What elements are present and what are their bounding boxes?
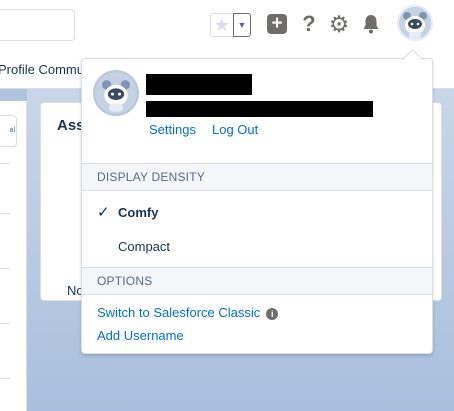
left-panel-button[interactable]: al xyxy=(0,115,17,147)
log-out-link[interactable]: Log Out xyxy=(212,122,258,137)
left-list-panel: al xyxy=(0,101,27,411)
switch-to-classic-link[interactable]: Switch to Salesforce Classic xyxy=(97,305,260,320)
density-option-compact[interactable]: Compact xyxy=(82,233,432,261)
search-input[interactable] xyxy=(0,9,75,41)
user-name-redacted xyxy=(146,74,252,95)
favorites-menu-chevron-icon[interactable]: ▼ xyxy=(233,13,251,37)
list-divider xyxy=(0,213,10,214)
astro-avatar-icon xyxy=(399,7,431,39)
display-density-label: DISPLAY DENSITY xyxy=(97,170,205,184)
list-divider xyxy=(0,323,10,324)
notifications-bell-icon[interactable] xyxy=(359,12,383,36)
list-divider xyxy=(0,268,10,269)
density-option-comfy[interactable]: ✓ Comfy xyxy=(82,199,432,227)
nav-tab-profile-community[interactable]: Profile Commu xyxy=(0,62,84,77)
check-icon: ✓ xyxy=(97,204,110,221)
profile-links: Settings Log Out xyxy=(149,122,258,137)
global-actions-plus-icon[interactable]: + xyxy=(267,14,287,34)
display-density-header: DISPLAY DENSITY xyxy=(82,163,432,191)
astro-avatar-icon xyxy=(97,74,135,112)
density-option-label: Compact xyxy=(118,239,171,254)
info-icon[interactable]: i xyxy=(266,308,279,320)
user-avatar-button[interactable] xyxy=(397,5,433,41)
density-option-label: Comfy xyxy=(118,205,159,220)
options-header: OPTIONS xyxy=(82,267,432,295)
add-username-link[interactable]: Add Username xyxy=(97,328,184,343)
add-username-row: Add Username xyxy=(97,328,184,343)
list-divider xyxy=(0,378,10,379)
user-email-redacted xyxy=(146,101,373,117)
options-label: OPTIONS xyxy=(97,274,153,288)
favorites-group: ★ ▼ xyxy=(210,13,251,37)
global-header: ★ ▼ + ? ⚙ xyxy=(0,0,454,50)
list-divider xyxy=(0,163,10,164)
help-icon[interactable]: ? xyxy=(297,12,321,36)
profile-avatar xyxy=(95,72,137,114)
setup-gear-icon[interactable]: ⚙ xyxy=(327,12,351,36)
settings-link[interactable]: Settings xyxy=(149,122,196,137)
favorites-star-icon[interactable]: ★ xyxy=(210,13,234,37)
switch-classic-row: Switch to Salesforce Classic i xyxy=(97,305,279,320)
user-profile-menu: Settings Log Out DISPLAY DENSITY ✓ Comfy… xyxy=(81,58,433,354)
